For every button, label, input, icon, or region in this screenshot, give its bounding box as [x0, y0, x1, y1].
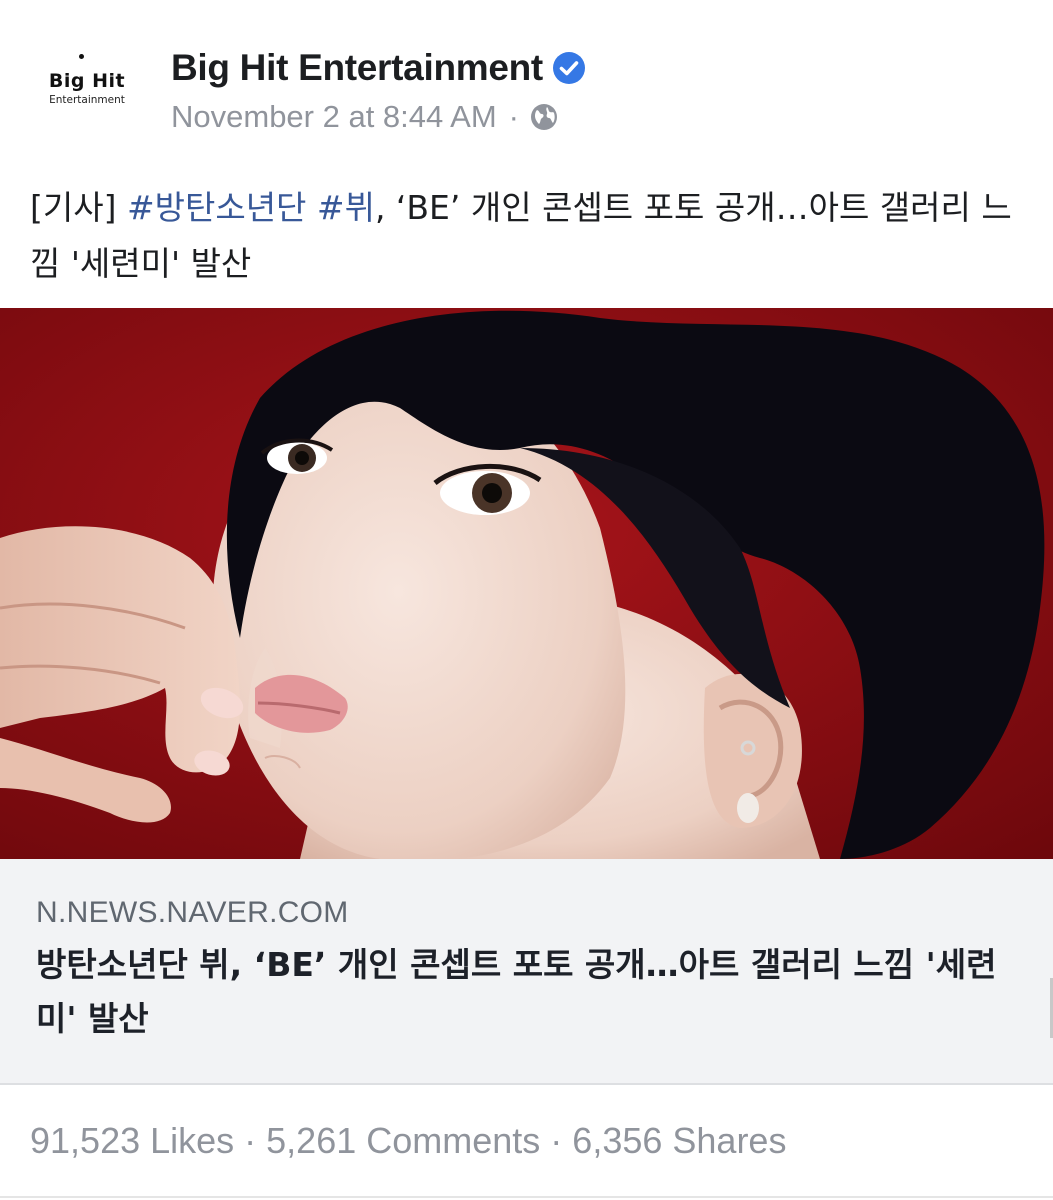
link-domain: N.NEWS.NAVER.COM [36, 896, 349, 929]
page-name-row: Big Hit Entertainment [171, 44, 586, 92]
facebook-post: Big Hit Entertainment Big Hit Entertainm… [0, 0, 1053, 1200]
caption-prefix: [기사] [30, 188, 127, 227]
post-stats: 91,523 Likes · 5,261 Comments · 6,356 Sh… [30, 1115, 786, 1167]
shares-count[interactable]: 6,356 Shares [572, 1120, 786, 1162]
hashtag-bts[interactable]: #방탄소년단 [127, 188, 306, 227]
page-name-link[interactable]: Big Hit Entertainment [171, 47, 543, 89]
divider [0, 1196, 1053, 1198]
portrait-photo [0, 308, 1053, 859]
verified-badge-icon [552, 52, 585, 84]
post-photo[interactable] [0, 308, 1053, 859]
link-title[interactable]: 방탄소년단 뷔, ‘BE’ 개인 콘셉트 포토 공개…아트 갤러리 느낌 '세련… [36, 938, 1026, 1046]
comments-count[interactable]: 5,261 Comments [266, 1120, 540, 1162]
stats-separator: · [550, 1120, 563, 1161]
stats-separator: · [244, 1120, 257, 1161]
hashtag-v[interactable]: #뷔 [317, 188, 375, 227]
logo-dot [79, 54, 84, 59]
page-avatar[interactable]: Big Hit Entertainment [28, 40, 146, 130]
post-caption: [기사] #방탄소년단 #뷔, ‘BE’ 개인 콘셉트 포토 공개…아트 갤러리… [30, 180, 1030, 292]
avatar-logo-sub: Entertainment [49, 94, 125, 106]
post-timestamp[interactable]: November 2 at 8:44 AM [171, 99, 497, 135]
meta-separator: · [508, 99, 519, 134]
caption-space [306, 188, 317, 227]
post-header: Big Hit Entertainment Big Hit Entertainm… [0, 0, 1053, 165]
globe-icon[interactable] [529, 102, 559, 132]
post-meta: November 2 at 8:44 AM · [171, 96, 559, 138]
likes-count[interactable]: 91,523 Likes [30, 1120, 234, 1162]
avatar-logo-main: Big Hit [48, 70, 126, 92]
